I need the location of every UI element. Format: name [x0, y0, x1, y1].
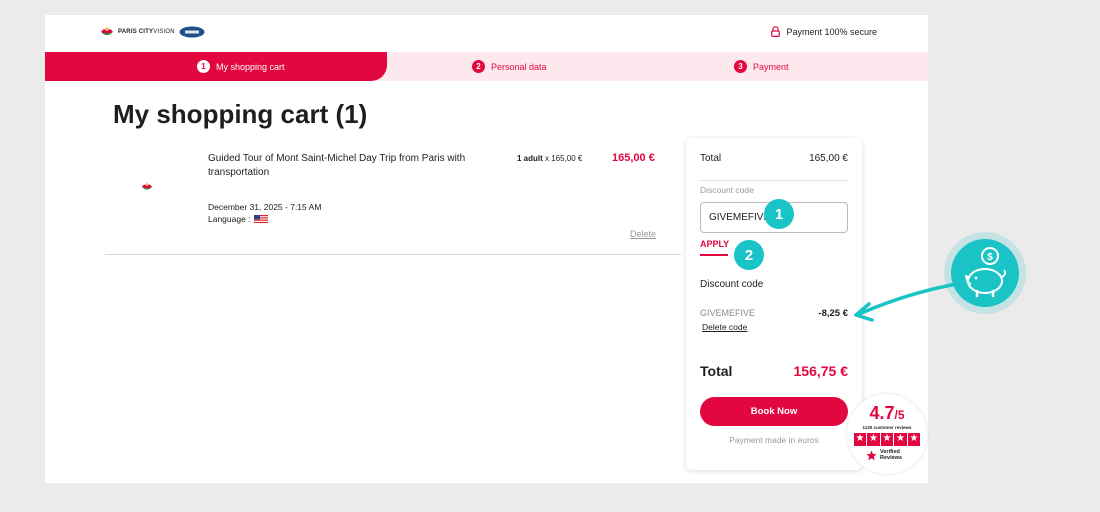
payment-note: Payment made in euros — [729, 435, 819, 445]
product-language: Language : — [208, 214, 268, 224]
product-price: 165,00 € — [612, 152, 655, 164]
step-payment[interactable]: 3 Payment — [734, 52, 789, 81]
partner-logo-icon — [179, 26, 205, 38]
subtotal-label: Total — [700, 153, 722, 164]
rating-score: 4.7/5 — [869, 403, 905, 423]
order-summary: Total 165,00 € Discount code APPLY Disco… — [686, 138, 862, 470]
step-number: 1 — [197, 60, 210, 73]
subtotal-value: 165,00 € — [809, 153, 848, 164]
callout-badge-1: 1 — [764, 199, 794, 229]
summary-divider — [700, 180, 848, 181]
callout-badge-2: 2 — [734, 240, 764, 270]
star-icon: ★ — [907, 433, 921, 446]
product-name[interactable]: Guided Tour of Mont Saint-Michel Day Tri… — [208, 152, 468, 180]
logo-mark-icon — [101, 27, 113, 35]
piggy-bank-savings-icon: $ — [944, 232, 1026, 314]
grand-total-value: 156,75 € — [793, 363, 849, 379]
product-date: December 31, 2025 - 7:15 AM — [208, 202, 322, 212]
step-number: 2 — [472, 60, 485, 73]
product-quantity: 1 adult x 165,00 € — [517, 154, 583, 163]
step-number: 3 — [734, 60, 747, 73]
rating-count: 1130 customer reviews — [862, 425, 912, 430]
language-label: Language : — [208, 214, 251, 224]
cart-divider — [105, 254, 681, 255]
star-icon: ★ — [880, 433, 894, 446]
discount-section-title: Discount code — [700, 279, 764, 290]
book-now-button[interactable]: Book Now — [700, 397, 848, 426]
customer-rating-badge[interactable]: 4.7/5 1130 customer reviews ★ ★ ★ ★ ★ Ve… — [847, 394, 927, 474]
step-label: My shopping cart — [216, 61, 285, 72]
step-personal-data[interactable]: 2 Personal data — [472, 52, 547, 81]
header: PARIS CITYVISION Payment 100% secure — [45, 15, 928, 52]
rating-stars: ★ ★ ★ ★ ★ — [853, 433, 921, 446]
step-shopping-cart[interactable]: 1 My shopping cart — [197, 52, 285, 81]
secure-label: Payment 100% secure — [786, 26, 877, 37]
verified-check-icon — [866, 450, 877, 460]
discount-amount: -8,25 € — [818, 308, 848, 319]
verified-reviews-logo: Verified Reviews — [866, 449, 910, 461]
svg-text:$: $ — [987, 252, 993, 263]
checkout-page: PARIS CITYVISION Payment 100% secure 1 M… — [45, 15, 928, 483]
step-label: Personal data — [491, 61, 547, 72]
apply-discount-button[interactable]: APPLY — [700, 239, 729, 256]
paris-city-vision-logo[interactable]: PARIS CITYVISION — [100, 25, 205, 39]
lock-icon — [771, 26, 781, 37]
star-icon: ★ — [867, 433, 880, 446]
delete-item-link[interactable]: Delete — [630, 229, 656, 239]
logo-text: PARIS CITYVISION — [118, 29, 175, 35]
checkout-steps: 1 My shopping cart 2 Personal data 3 Pay… — [45, 52, 928, 81]
payment-secure-badge: Payment 100% secure — [771, 26, 877, 37]
delete-code-link[interactable]: Delete code — [702, 322, 747, 332]
page-title: My shopping cart (1) — [113, 99, 368, 129]
applied-discount-code: GIVEMEFIVE — [700, 308, 756, 318]
step-label: Payment — [753, 61, 789, 72]
product-thumbnail-icon — [142, 183, 152, 190]
verified-reviews-label: Verified Reviews — [880, 449, 903, 461]
grand-total-label: Total — [700, 363, 733, 379]
discount-field-label: Discount code — [700, 185, 754, 195]
star-icon: ★ — [894, 433, 907, 446]
us-flag-icon — [253, 215, 268, 223]
star-icon: ★ — [853, 433, 867, 446]
